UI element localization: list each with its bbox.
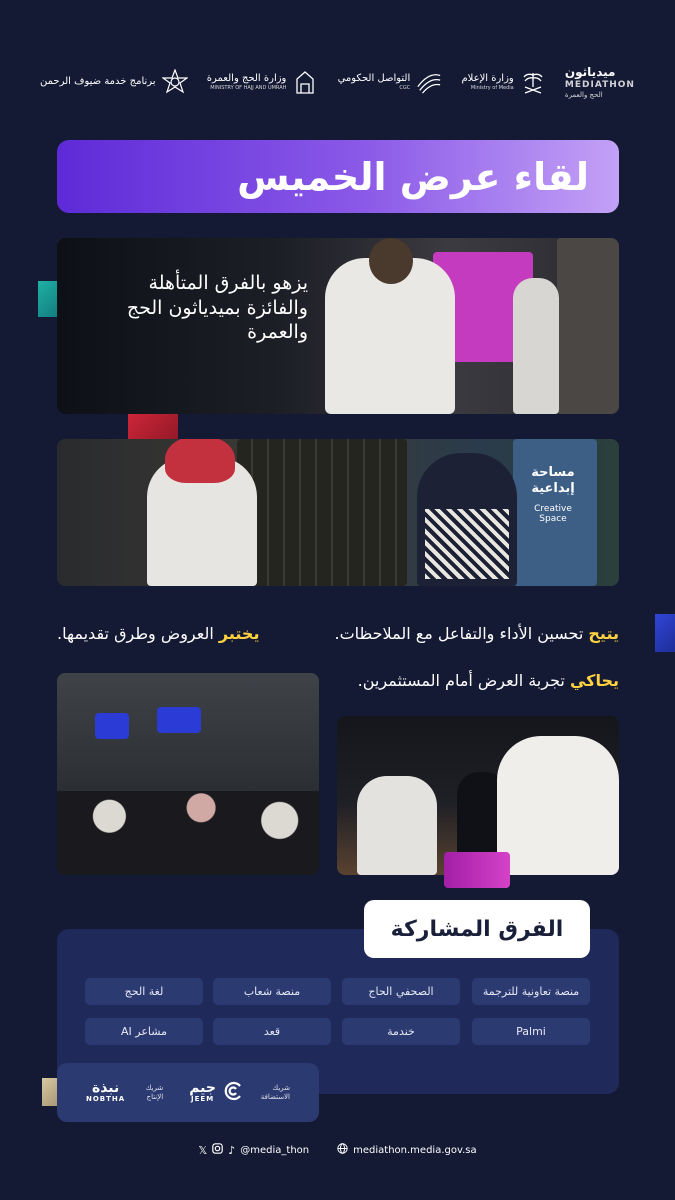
team-chip: منصة تعاونية للترجمة xyxy=(472,978,590,1005)
team-chip: الصحفي الحاج xyxy=(342,978,460,1005)
sponsors-bar: نبذة NOBTHA شريك الإنتاج جيم JEEM شريك ا… xyxy=(57,1063,319,1122)
team-chip: مشاعر AI xyxy=(85,1018,203,1045)
instagram-icon[interactable] xyxy=(212,1143,224,1157)
website-link: mediathon.media.gov.sa xyxy=(337,1143,477,1157)
globe-icon xyxy=(337,1143,348,1157)
logo-subtext: MINISTRY OF HAJJ AND UMRAH xyxy=(210,85,287,91)
logo-media-ministry: وزارة الإعلام Ministry of Media xyxy=(461,69,545,95)
teams-title: الفرق المشاركة xyxy=(364,900,590,958)
logo-mediathon: ميدياثون MEDIATHON الحج والعمرة xyxy=(565,65,635,99)
team-name: مشاعر AI xyxy=(121,1025,167,1038)
page-title: لقاء عرض الخميس xyxy=(237,154,589,199)
feature-text: تجربة العرض أمام المستثمرين. xyxy=(357,671,570,690)
feature-highlight: يتيح xyxy=(588,624,619,643)
team-chip: قعد xyxy=(213,1018,331,1045)
logo-subtext: CGC xyxy=(399,85,411,91)
logo-text: وزارة الحج والعمرة xyxy=(206,73,287,84)
logo-text: برنامج خدمة ضيوف الرحمن xyxy=(40,76,156,87)
photo-crowd xyxy=(57,791,319,875)
team-chip: خندمة xyxy=(342,1018,460,1045)
feature-text: العروض وطرق تقديمها. xyxy=(57,624,219,643)
logo-hajj-ministry: وزارة الحج والعمرة MINISTRY OF HAJJ AND … xyxy=(207,69,319,95)
photo-person-right xyxy=(497,736,619,875)
feature-2: يختبر العروض وطرق تقديمها. xyxy=(57,624,259,643)
logo-text: التواصل الحكومي xyxy=(337,73,411,84)
sponsor-latin: NOBTHA xyxy=(86,1095,126,1104)
photo-person-right-pattern xyxy=(425,509,509,579)
logo-subtext: Ministry of Media xyxy=(470,85,514,91)
team-name: خندمة xyxy=(387,1025,415,1038)
palm-swords-icon xyxy=(520,69,546,95)
photo-person-center xyxy=(357,776,437,875)
photo-caption: يزهو بالفرق المتأهلة والفائزة بميدياثون … xyxy=(126,272,308,344)
logo-text: ميدياثون xyxy=(564,64,616,79)
header-logos: برنامج خدمة ضيوف الرحمن وزارة الحج والعم… xyxy=(40,52,635,112)
logo-cgc: التواصل الحكومي CGC xyxy=(338,69,443,95)
team-name: منصة شعاب xyxy=(243,985,301,998)
photo-person-left-ghutra xyxy=(165,439,235,483)
sponsor-name: نبذة xyxy=(91,1080,120,1097)
star-emblem-icon xyxy=(161,69,188,95)
team-chip: Palmi xyxy=(472,1018,590,1045)
photo-screen xyxy=(95,713,129,739)
photo-shelves xyxy=(237,439,407,586)
sign-arabic: مساحة إبداعية xyxy=(531,465,575,496)
feature-highlight: يختبر xyxy=(218,624,260,643)
team-name: Palmi xyxy=(516,1025,546,1038)
feature-text: تحسين الأداء والتفاعل مع الملاحظات. xyxy=(334,624,589,643)
team-name: قعد xyxy=(263,1025,281,1038)
sponsor-latin: JEEM xyxy=(191,1095,215,1104)
logo-dhuyoof-alrahman: برنامج خدمة ضيوف الرحمن xyxy=(40,69,188,95)
title-banner: لقاء عرض الخميس xyxy=(57,140,619,213)
team-name: الصحفي الحاج xyxy=(368,985,434,998)
team-chip: منصة شعاب xyxy=(213,978,331,1005)
photo-window xyxy=(557,238,619,414)
sponsor-tag: شريك الإنتاج xyxy=(145,1084,164,1101)
feature-highlight: يحاكي xyxy=(569,671,619,690)
footer: 𝕏 ♪ @media_thon mediathon.media.gov.sa xyxy=(0,1140,675,1160)
feature-1: يتيح تحسين الأداء والتفاعل مع الملاحظات. xyxy=(334,624,619,643)
features-row-1: يتيح تحسين الأداء والتفاعل مع الملاحظات.… xyxy=(57,624,619,643)
logo-subtext-2: الحج والعمرة xyxy=(564,90,603,99)
sponsor-tag: شريك الاستضافة xyxy=(260,1084,290,1101)
decor-bar-magenta xyxy=(444,852,510,888)
photo-audience xyxy=(57,673,319,875)
hajj-ministry-icon xyxy=(292,69,318,95)
feature-3: يحاكي تجربة العرض أمام المستثمرين. xyxy=(337,671,619,690)
social-handle[interactable]: @media_thon xyxy=(240,1145,309,1156)
photo-screen xyxy=(157,707,201,733)
sign-english: Creative Space xyxy=(534,504,572,525)
sponsor-jeem: جيم JEEM شريك الاستضافة xyxy=(189,1080,290,1106)
photo-head xyxy=(369,238,413,284)
website-url[interactable]: mediathon.media.gov.sa xyxy=(353,1145,477,1156)
sponsor-nobtha: نبذة NOBTHA شريك الإنتاج xyxy=(86,1081,163,1103)
social-links: 𝕏 ♪ @media_thon xyxy=(198,1143,309,1157)
cgc-wave-icon xyxy=(416,69,442,95)
logo-subtext: MEDIATHON xyxy=(564,79,635,90)
x-icon[interactable]: 𝕏 xyxy=(198,1144,207,1157)
photo-sign: مساحة إبداعية Creative Space xyxy=(523,465,583,524)
team-name: لغة الحج xyxy=(124,985,164,998)
logo-text: وزارة الإعلام xyxy=(461,73,514,84)
jeem-icon xyxy=(222,1080,244,1106)
photo-person-bg xyxy=(513,278,559,414)
sponsor-name: جيم xyxy=(189,1080,216,1097)
team-name: منصة تعاونية للترجمة xyxy=(482,985,580,998)
decor-square-blue xyxy=(655,614,675,652)
tiktok-icon[interactable]: ♪ xyxy=(228,1144,235,1157)
team-chip: لغة الحج xyxy=(85,978,203,1005)
